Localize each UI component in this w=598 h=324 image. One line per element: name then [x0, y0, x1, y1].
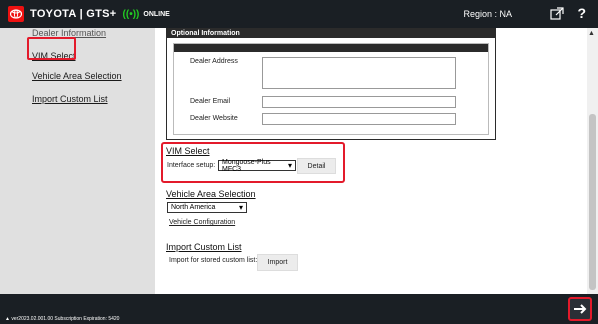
vim-select-title: VIM Select: [166, 146, 210, 156]
vehicle-area-title: Vehicle Area Selection: [166, 189, 256, 199]
online-status: ((•)) ONLINE: [123, 9, 170, 20]
region-select-value: North America: [171, 204, 216, 211]
dealer-website-label: Dealer Website: [190, 115, 238, 122]
dealer-email-field[interactable]: [262, 96, 456, 108]
import-button[interactable]: Import: [257, 254, 298, 271]
chevron-down-icon: ▾: [287, 161, 292, 170]
optional-information-section: Optional Information Dealer Address Deal…: [166, 28, 496, 140]
form-header: [174, 44, 488, 52]
sidebar-item-vehicle-area-selection[interactable]: Vehicle Area Selection: [32, 71, 122, 81]
sidebar-item-import-custom-list[interactable]: Import Custom List: [32, 94, 108, 104]
bottom-bar: ▲ ver2023.02.001.00 Subscription Expirat…: [0, 294, 598, 324]
chevron-down-icon: ▾: [238, 203, 243, 212]
sidebar-vim-highlight: [27, 37, 76, 60]
interface-setup-select[interactable]: Mongoose-Plus MFC3 ▾: [218, 158, 296, 173]
region-select[interactable]: North America ▾: [167, 202, 247, 213]
import-custom-list-title: Import Custom List: [166, 242, 242, 252]
region-label: Region : NA: [463, 9, 512, 19]
top-bar: TOYOTA | GTS+ ((•)) ONLINE Region : NA ?: [0, 0, 598, 28]
version-text: ▲ ver2023.02.001.00 Subscription Expirat…: [5, 316, 120, 322]
scroll-thumb[interactable]: [589, 114, 596, 290]
dealer-website-field[interactable]: [262, 113, 456, 125]
vehicle-configuration-link[interactable]: Vehicle Configuration: [169, 219, 235, 226]
arrow-right-icon: [574, 304, 587, 314]
interface-setup-label: Interface setup:: [167, 162, 216, 169]
dealer-address-label: Dealer Address: [190, 58, 238, 65]
main-scrollbar[interactable]: ▲: [587, 28, 598, 294]
toyota-logo-icon: [8, 6, 24, 22]
detail-button[interactable]: Detail: [297, 158, 336, 174]
sidebar: Dealer Information VIM Select Vehicle Ar…: [0, 28, 155, 294]
app-window: TOYOTA | GTS+ ((•)) ONLINE Region : NA ?…: [0, 0, 598, 324]
import-custom-description: Import for stored custom list:: [169, 257, 258, 264]
interface-setup-value: Mongoose-Plus MFC3: [222, 158, 271, 173]
help-icon[interactable]: ?: [577, 5, 586, 21]
online-label: ONLINE: [143, 10, 170, 18]
dealer-address-field[interactable]: [262, 57, 456, 89]
brand-title: TOYOTA | GTS+: [30, 8, 117, 20]
signal-icon: ((•)): [122, 8, 140, 20]
scroll-up-icon[interactable]: ▲: [588, 30, 595, 37]
optional-information-title: Optional Information: [167, 29, 495, 38]
optional-information-form: Dealer Address Dealer Email Dealer Websi…: [173, 43, 489, 135]
next-button[interactable]: [568, 297, 592, 321]
dealer-email-label: Dealer Email: [190, 98, 231, 105]
external-window-icon[interactable]: [550, 7, 564, 21]
